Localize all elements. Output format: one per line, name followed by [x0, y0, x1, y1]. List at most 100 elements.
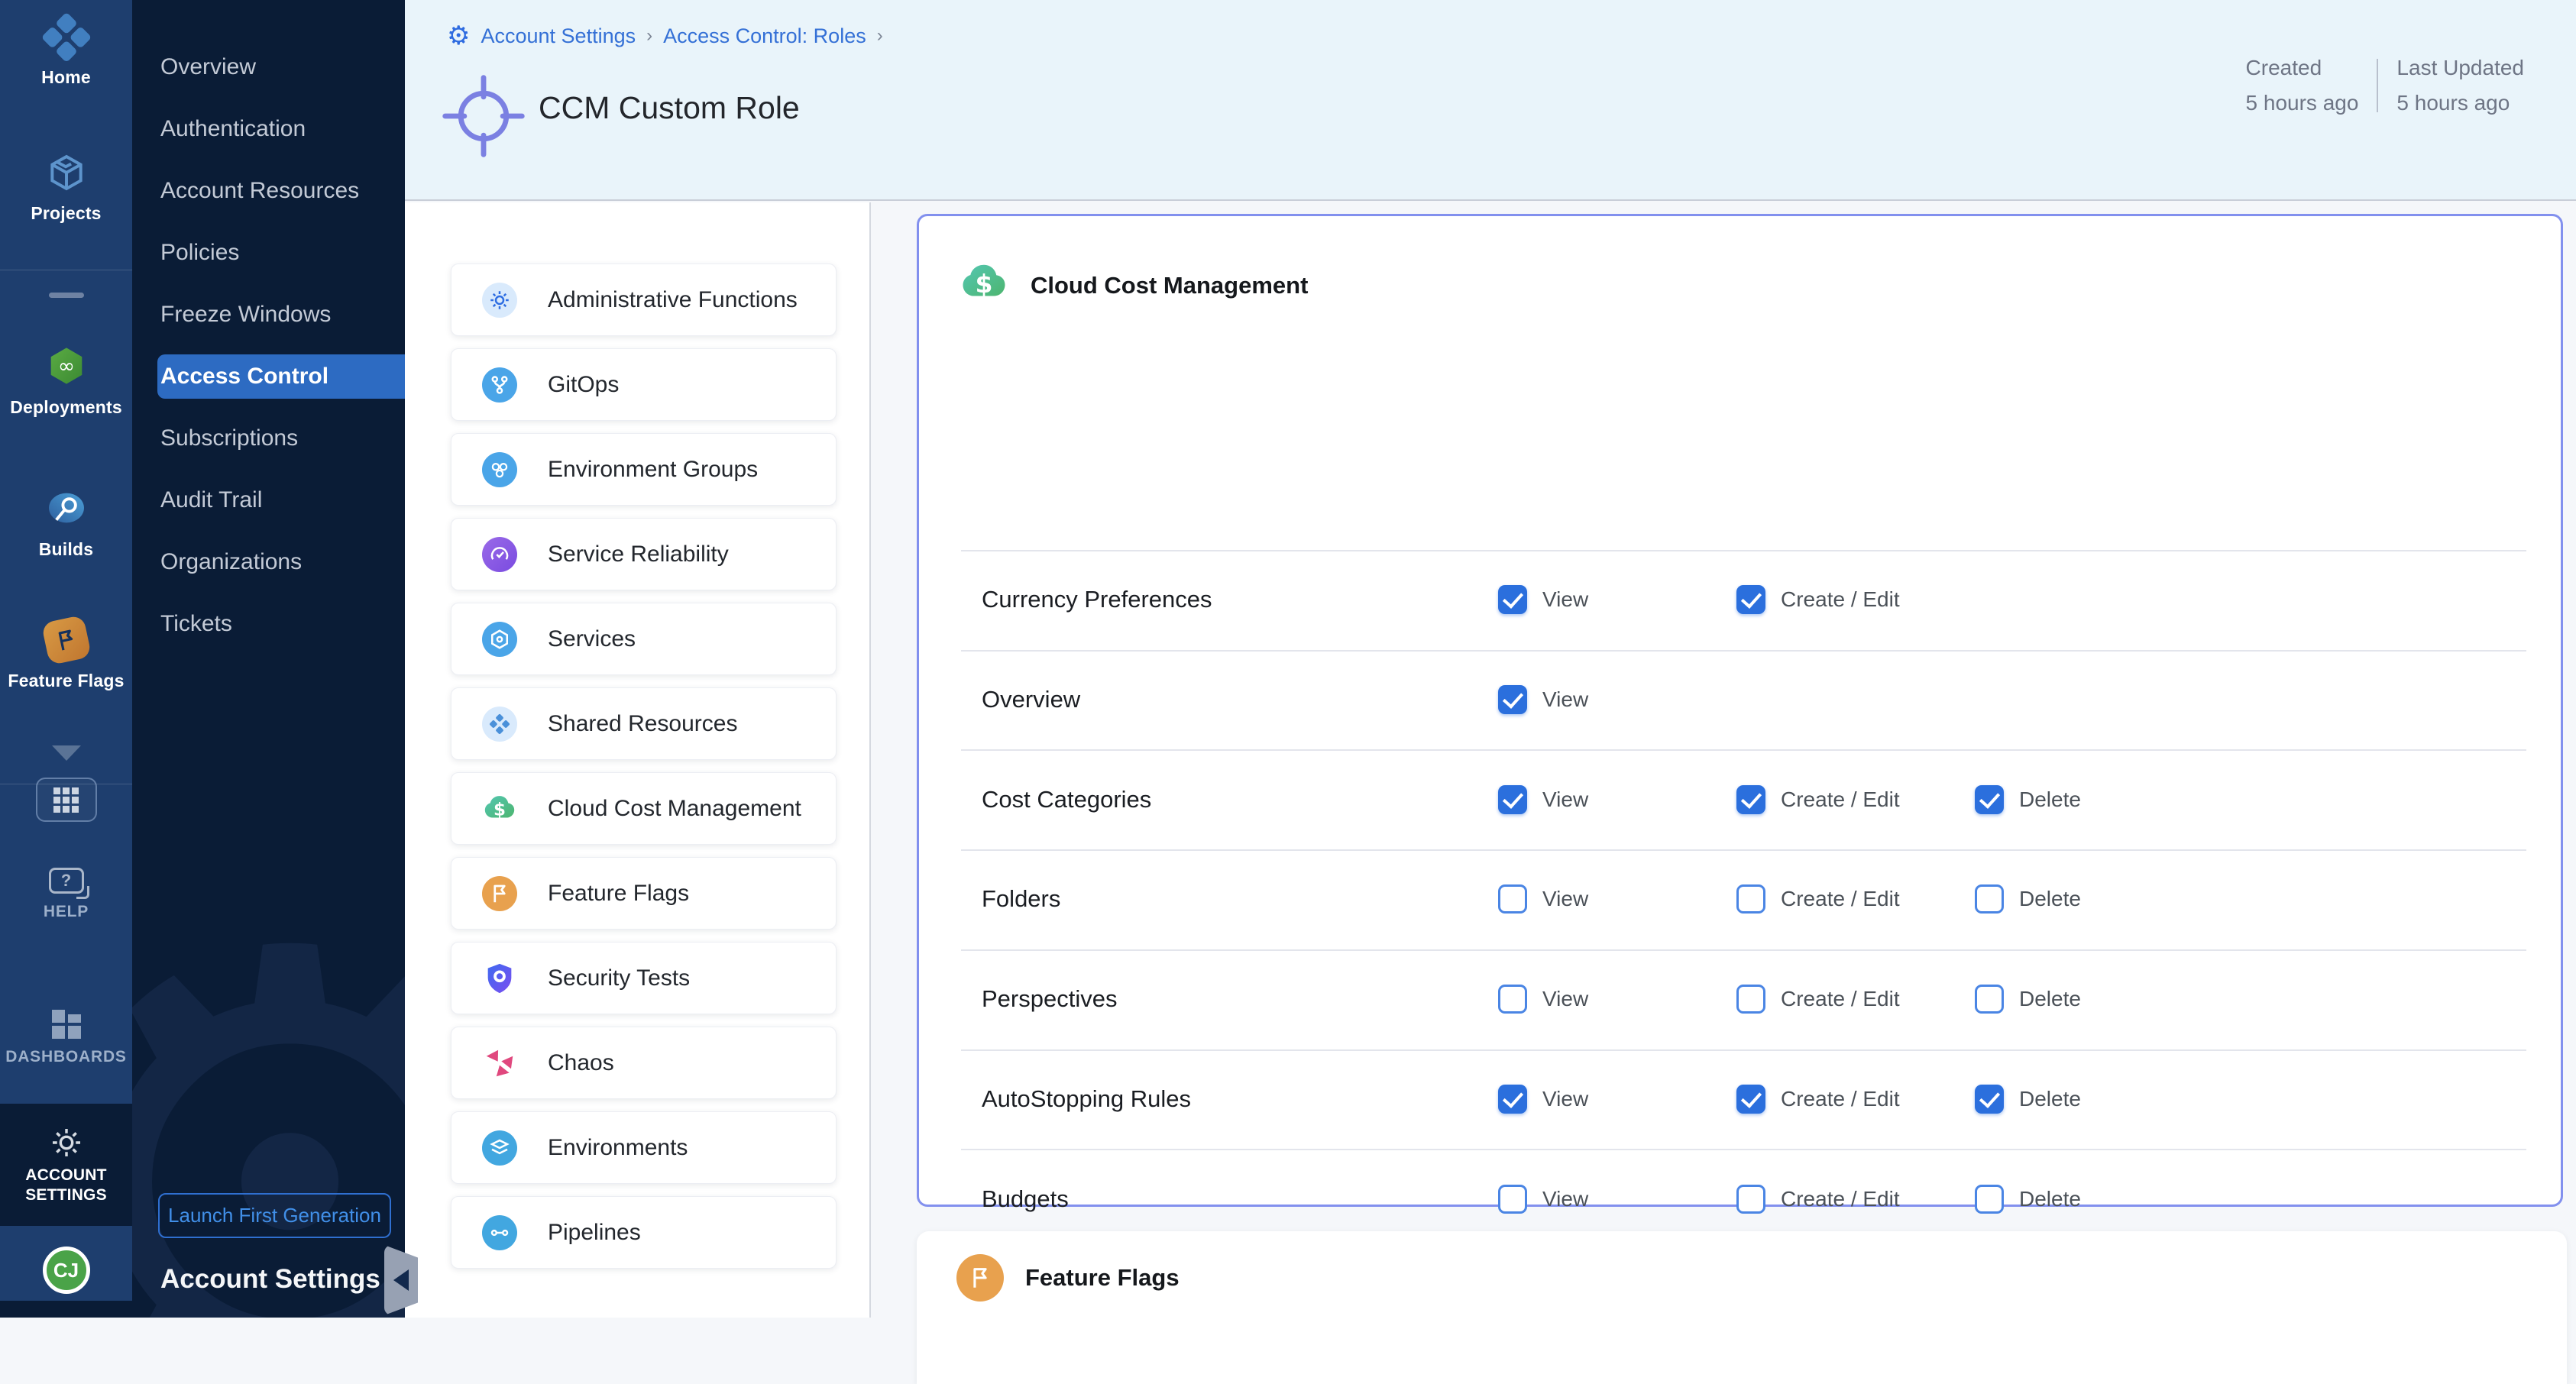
deployments-hexagon-icon: ∞ [44, 344, 89, 388]
rail-item-feature-flags[interactable]: Feature Flags [0, 619, 132, 691]
chaos-pinwheel-icon [482, 1046, 517, 1081]
module-card-label: Feature Flags [548, 881, 689, 907]
rail-item-all-modules[interactable] [0, 778, 132, 822]
rail-item-label: Projects [31, 203, 101, 224]
module-card[interactable]: Administrative Functions [451, 264, 837, 336]
flag-circle-icon [956, 1254, 1004, 1302]
rail-section-handle [0, 293, 132, 298]
checkbox-unchecked[interactable] [1975, 1185, 2004, 1214]
checkbox-unchecked[interactable] [1498, 884, 1527, 914]
checkbox-checked[interactable] [1498, 685, 1527, 714]
rail-item-label: Home [41, 67, 91, 88]
user-avatar-wrap[interactable]: CJ [0, 1247, 132, 1294]
rail-item-help[interactable]: ? HELP [0, 868, 132, 921]
checkbox-unchecked[interactable] [1736, 1185, 1765, 1214]
rail-item-deployments[interactable]: ∞ Deployments [0, 344, 132, 418]
module-card[interactable]: Environments [451, 1111, 837, 1184]
breadcrumb-account-settings[interactable]: Account Settings [481, 24, 636, 48]
rail-item-dashboards[interactable]: DASHBOARDS [0, 1010, 132, 1066]
checkbox-checked[interactable] [1736, 585, 1765, 614]
last-updated-label: Last Updated [2396, 56, 2524, 80]
module-list-column: Administrative Functions GitOps Environm… [405, 202, 871, 1318]
checkbox-checked[interactable] [1498, 585, 1527, 614]
avatar[interactable]: CJ [43, 1247, 90, 1294]
checkbox-checked[interactable] [1975, 1085, 2004, 1114]
permission-cells: ViewCreate / Edit [919, 550, 2561, 650]
checkbox-unchecked[interactable] [1498, 985, 1527, 1014]
sidebar-nav-item[interactable]: Tickets [132, 602, 405, 646]
module-card[interactable]: Chaos [451, 1027, 837, 1099]
checkbox-unchecked[interactable] [1975, 985, 2004, 1014]
rail-item-home[interactable]: Home [0, 20, 132, 88]
module-card[interactable]: Environment Groups [451, 433, 837, 506]
sidebar-nav-item[interactable]: Account Resources [132, 169, 405, 213]
rail-item-label: ACCOUNT [25, 1166, 106, 1185]
rail-item-label: Deployments [10, 397, 122, 418]
breadcrumb-access-control-roles[interactable]: Access Control: Roles [663, 24, 866, 48]
dashboards-grid-icon [52, 1010, 81, 1039]
permission-view: View [1498, 985, 1588, 1014]
permission-label: View [1542, 1087, 1588, 1111]
module-card[interactable]: Service Reliability [451, 518, 837, 590]
module-card-label: Environment Groups [548, 457, 758, 483]
checkbox-unchecked[interactable] [1498, 1185, 1527, 1214]
checkbox-unchecked[interactable] [1736, 985, 1765, 1014]
module-card[interactable]: Shared Resources [451, 687, 837, 760]
permission-label: Delete [2019, 1187, 2081, 1211]
breadcrumb-separator: › [646, 25, 652, 47]
created-label: Created [2246, 56, 2359, 80]
checkbox-checked[interactable] [1736, 1085, 1765, 1114]
sidebar-nav-item[interactable]: Policies [132, 231, 405, 275]
sidebar-nav-item[interactable]: Freeze Windows [132, 293, 405, 337]
module-card[interactable]: GitOps [451, 348, 837, 421]
sidebar-nav-item[interactable]: Subscriptions [132, 416, 405, 461]
module-card-label: Administrative Functions [548, 287, 798, 313]
permission-label: Delete [2019, 987, 2081, 1011]
permission-view: View [1498, 585, 1588, 614]
rail-item-projects[interactable]: Projects [0, 151, 132, 224]
sidebar-nav-item-label: Tickets [160, 611, 232, 636]
checkbox-unchecked[interactable] [1975, 884, 2004, 914]
sidebar-nav-item[interactable]: Authentication [132, 107, 405, 151]
permission-create-edit: Create / Edit [1736, 985, 1900, 1014]
module-card[interactable]: Security Tests [451, 942, 837, 1014]
home-icon [39, 12, 93, 66]
left-module-rail: Home Projects ∞ Deployments Builds Featu… [0, 0, 132, 1318]
sidebar-nav-item-label: Overview [160, 54, 256, 79]
rail-item-label: Builds [39, 539, 93, 560]
permission-label: Create / Edit [1781, 1087, 1900, 1111]
rail-item-account-settings[interactable]: ACCOUNT SETTINGS [0, 1104, 132, 1226]
permission-view: View [1498, 884, 1588, 914]
checkbox-unchecked[interactable] [1736, 884, 1765, 914]
rail-expand-modules[interactable] [0, 745, 132, 761]
sidebar-nav-item[interactable]: Audit Trail [132, 478, 405, 522]
cloud-dollar-icon: $ [959, 258, 1009, 312]
module-card[interactable]: Feature Flags [451, 857, 837, 930]
services-hexagon-icon [482, 622, 517, 657]
module-card[interactable]: Services [451, 603, 837, 675]
account-settings-sidebar: ⚙ Overview Authentication Account Resour… [132, 0, 405, 1318]
module-card[interactable]: $ Cloud Cost Management [451, 772, 837, 845]
feature-flags-flag-icon [40, 615, 91, 665]
sidebar-nav-item[interactable]: Overview [132, 45, 405, 89]
sidebar-nav-item-label: Organizations [160, 549, 302, 574]
help-chat-icon: ? [49, 868, 84, 894]
sidebar-nav-item[interactable]: Organizations [132, 540, 405, 584]
checkbox-checked[interactable] [1498, 785, 1527, 814]
launch-first-generation-button[interactable]: Launch First Generation [158, 1193, 391, 1238]
checkbox-checked[interactable] [1736, 785, 1765, 814]
checkbox-checked[interactable] [1975, 785, 2004, 814]
checkbox-checked[interactable] [1498, 1085, 1527, 1114]
cloud-cost-management-permissions-panel: $ Cloud Cost Management Currency Prefere… [917, 214, 2563, 1207]
permission-create-edit: Create / Edit [1736, 785, 1900, 814]
permission-label: Create / Edit [1781, 887, 1900, 911]
module-card[interactable]: Pipelines [451, 1196, 837, 1269]
permission-label: Delete [2019, 887, 2081, 911]
apps-grid-button[interactable] [36, 778, 97, 822]
builds-wheel-icon [44, 486, 89, 530]
permission-cells: ViewCreate / EditDelete [919, 749, 2561, 849]
git-branch-icon [482, 367, 517, 403]
permission-label: Create / Edit [1781, 987, 1900, 1011]
sidebar-nav-item[interactable]: Access Control [157, 354, 405, 399]
rail-item-builds[interactable]: Builds [0, 486, 132, 560]
